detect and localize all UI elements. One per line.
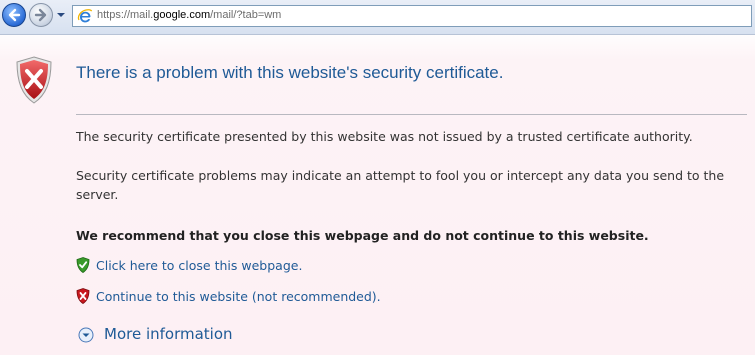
forward-arrow-icon: [34, 8, 47, 22]
error-shield-icon: [16, 56, 52, 104]
url-text: https://mail.google.com/mail/?tab=wm: [97, 9, 281, 21]
url-prefix: https://mail.: [97, 9, 154, 21]
certificate-message: The security certificate presented by th…: [76, 129, 693, 144]
divider: [76, 114, 747, 115]
more-information-label[interactable]: More information: [104, 325, 233, 343]
green-shield-check-icon: [76, 257, 90, 273]
recent-pages-dropdown-icon[interactable]: [55, 9, 67, 21]
red-shield-x-icon: [76, 288, 90, 304]
back-arrow-icon: [8, 8, 21, 22]
page-title: There is a problem with this website's s…: [76, 63, 504, 82]
address-bar[interactable]: https://mail.google.com/mail/?tab=wm: [72, 5, 752, 27]
security-warning-message: Security certificate problems may indica…: [76, 168, 725, 202]
forward-button[interactable]: [29, 3, 53, 27]
url-suffix: /mail/?tab=wm: [210, 9, 282, 21]
url-domain: google.com: [153, 9, 211, 21]
expand-chevron-icon: [78, 327, 94, 343]
continue-website-link[interactable]: Continue to this website (not recommende…: [96, 289, 381, 304]
back-button[interactable]: [2, 3, 26, 27]
browser-toolbar: https://mail.google.com/mail/?tab=wm: [0, 0, 755, 35]
recommendation-text: We recommend that you close this webpage…: [76, 228, 649, 243]
close-webpage-link[interactable]: Click here to close this webpage.: [96, 258, 302, 273]
internet-explorer-icon: [77, 9, 93, 23]
